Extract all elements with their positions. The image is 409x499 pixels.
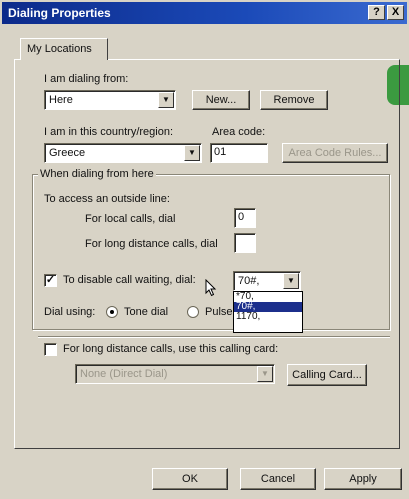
local-calls-label: For local calls, dial — [85, 213, 176, 225]
window-title: Dialing Properties — [8, 6, 111, 20]
calling-card-label: For long distance calls, use this callin… — [63, 343, 279, 355]
call-waiting-label: To disable call waiting, dial: — [63, 274, 196, 286]
divider — [38, 336, 390, 338]
tab-label: My Locations — [27, 43, 92, 55]
remove-location-button[interactable]: Remove — [260, 90, 328, 110]
tone-dial-label: Tone dial — [124, 306, 169, 318]
call-waiting-value: 70#, — [238, 275, 260, 287]
dialing-group-title: When dialing from here — [38, 168, 156, 180]
dropdown-option[interactable]: 1170, — [234, 312, 302, 322]
dialing-from-label: I am dialing from: — [44, 73, 129, 85]
calling-card-select[interactable]: None (Direct Dial) ▼ — [75, 364, 275, 384]
country-select[interactable]: Greece ▼ — [44, 143, 202, 163]
call-waiting-checkbox[interactable]: ✓ — [44, 274, 57, 287]
chevron-down-icon[interactable]: ▼ — [158, 92, 174, 108]
title-bar: Dialing Properties ? X — [2, 2, 407, 24]
call-waiting-select[interactable]: 70#, ▼ — [233, 271, 301, 291]
close-button[interactable]: X — [387, 5, 404, 20]
mouse-cursor-icon — [205, 279, 217, 297]
calling-card-button[interactable]: Calling Card... — [287, 364, 367, 386]
country-label: I am in this country/region: — [44, 126, 174, 138]
apply-button[interactable]: Apply — [324, 468, 402, 490]
area-code-field[interactable]: 01 — [210, 143, 268, 163]
local-calls-value: 0 — [238, 211, 245, 223]
pulse-dial-radio[interactable] — [187, 306, 199, 318]
pulse-dial-label: Pulse — [205, 306, 233, 318]
long-distance-label: For long distance calls, dial — [85, 238, 218, 250]
checkmark-icon: ✓ — [45, 274, 56, 286]
country-value: Greece — [49, 147, 86, 159]
calling-card-value: None (Direct Dial) — [80, 368, 168, 380]
dial-using-label: Dial using: — [44, 306, 96, 318]
outside-line-label: To access an outside line: — [44, 193, 170, 205]
calling-card-checkbox[interactable] — [44, 343, 57, 356]
dialing-from-select[interactable]: Here ▼ — [44, 90, 176, 110]
radio-selected-dot — [110, 310, 114, 314]
chevron-down-icon[interactable]: ▼ — [283, 273, 299, 289]
ok-button[interactable]: OK — [152, 468, 228, 490]
dialing-from-value: Here — [49, 94, 73, 106]
call-waiting-dropdown-list[interactable]: *70, 70#, 1170, — [233, 291, 303, 333]
area-code-value: 01 — [214, 146, 227, 158]
chevron-down-icon[interactable]: ▼ — [257, 366, 273, 382]
area-code-label: Area code: — [212, 126, 266, 138]
cancel-button[interactable]: Cancel — [240, 468, 316, 490]
local-calls-field[interactable]: 0 — [234, 208, 256, 228]
new-location-button[interactable]: New... — [192, 90, 250, 110]
help-button[interactable]: ? — [368, 5, 385, 20]
area-code-rules-button[interactable]: Area Code Rules... — [282, 143, 388, 163]
long-distance-field[interactable] — [234, 233, 256, 253]
chevron-down-icon[interactable]: ▼ — [184, 145, 200, 161]
tab-my-locations[interactable]: My Locations — [20, 38, 108, 60]
tone-dial-radio[interactable] — [106, 306, 118, 318]
